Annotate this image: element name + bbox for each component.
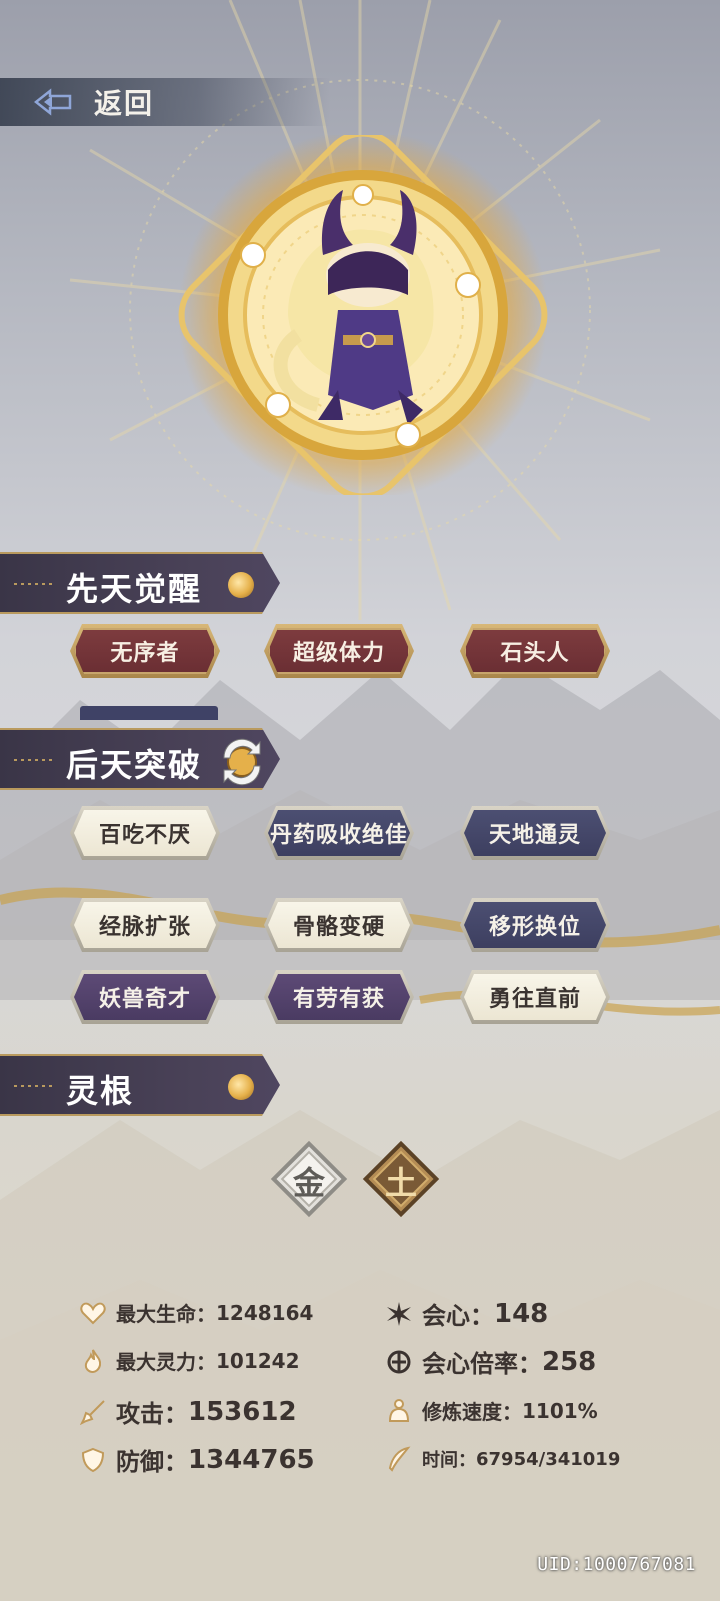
metal-element-icon[interactable]: 金 — [270, 1140, 348, 1218]
stat-label: 会心倍率： — [422, 1350, 542, 1378]
stat-attack: 攻击： 153612 — [80, 1394, 297, 1429]
stat-label: 防御： — [116, 1448, 188, 1476]
innate-tag[interactable]: 超级体力 — [268, 628, 410, 674]
stat-cultivation-speed: 修炼速度： 1101% — [386, 1396, 598, 1425]
innate-awakening-header: 先天觉醒 — [0, 552, 280, 614]
back-button[interactable]: 返回 — [0, 78, 330, 126]
refresh-icon[interactable] — [216, 736, 268, 788]
stat-label: 会心： — [422, 1302, 494, 1330]
acquired-tag[interactable]: 有劳有获 — [268, 974, 410, 1020]
acquired-tag[interactable]: 天地通灵 — [464, 810, 606, 856]
header-dots — [14, 1085, 54, 1087]
stat-value: 101242 — [216, 1348, 300, 1373]
stat-value: 258 — [542, 1346, 597, 1377]
stat-crit: 会心： 148 — [386, 1296, 548, 1331]
hidden-tag-edge — [80, 706, 218, 720]
gold-orb-icon — [228, 572, 254, 598]
stat-label: 最大生命： — [116, 1302, 216, 1326]
sword-icon — [80, 1399, 105, 1425]
stat-value: 153612 — [188, 1396, 297, 1427]
stat-label: 最大灵力： — [116, 1350, 216, 1374]
header-dots — [14, 583, 54, 585]
stat-label: 时间： — [422, 1450, 476, 1471]
acquired-tag[interactable]: 经脉扩张 — [74, 902, 216, 948]
flame-icon — [84, 1349, 102, 1373]
back-label: 返回 — [94, 87, 155, 120]
feather-icon — [388, 1446, 411, 1472]
stat-value: 1248164 — [216, 1300, 314, 1325]
shield-icon — [81, 1447, 105, 1472]
element-char: 土 — [384, 1164, 417, 1202]
stat-time: 时间： 67954/341019 — [386, 1446, 620, 1472]
innate-tag[interactable]: 无序者 — [74, 628, 216, 674]
section-title: 灵根 — [66, 1072, 135, 1110]
stat-defense: 防御： 1344765 — [80, 1442, 315, 1477]
stat-crit-rate: 会心倍率： 258 — [386, 1344, 596, 1379]
meditation-icon — [388, 1398, 410, 1422]
stat-value: 148 — [494, 1298, 549, 1329]
acquired-tag[interactable]: 勇往直前 — [464, 974, 606, 1020]
stat-label: 攻击： — [116, 1400, 188, 1428]
acquired-tag[interactable]: 百吃不厌 — [74, 810, 216, 856]
back-arrow-icon — [34, 88, 72, 116]
acquired-tag[interactable]: 骨骼变硬 — [268, 902, 410, 948]
section-title: 先天觉醒 — [66, 570, 203, 608]
element-char: 金 — [292, 1164, 325, 1202]
stat-value: 1344765 — [188, 1444, 315, 1475]
stat-value: 67954/341019 — [476, 1448, 621, 1470]
spirit-root-header: 灵根 — [0, 1054, 280, 1116]
acquired-tag[interactable]: 移形换位 — [464, 902, 606, 948]
burst-icon — [387, 1301, 411, 1326]
character-avatar[interactable] — [168, 135, 558, 495]
earth-element-icon[interactable]: 土 — [362, 1140, 440, 1218]
acquired-tag[interactable]: 妖兽奇才 — [74, 974, 216, 1020]
stat-label: 修炼速度： — [422, 1400, 522, 1424]
heart-icon — [80, 1302, 106, 1324]
section-title: 后天突破 — [66, 746, 203, 784]
acquired-tag[interactable]: 丹药吸收绝佳 — [268, 810, 410, 856]
crit-rate-icon — [387, 1350, 411, 1373]
user-id: UID:1000767081 — [537, 1554, 696, 1575]
header-dots — [14, 759, 54, 761]
innate-tag[interactable]: 石头人 — [464, 628, 606, 674]
stat-max-mp: 最大灵力： 101242 — [80, 1346, 300, 1375]
stat-max-hp: 最大生命： 1248164 — [80, 1298, 313, 1327]
gold-orb-icon — [228, 1074, 254, 1100]
stat-value: 1101% — [522, 1398, 598, 1423]
